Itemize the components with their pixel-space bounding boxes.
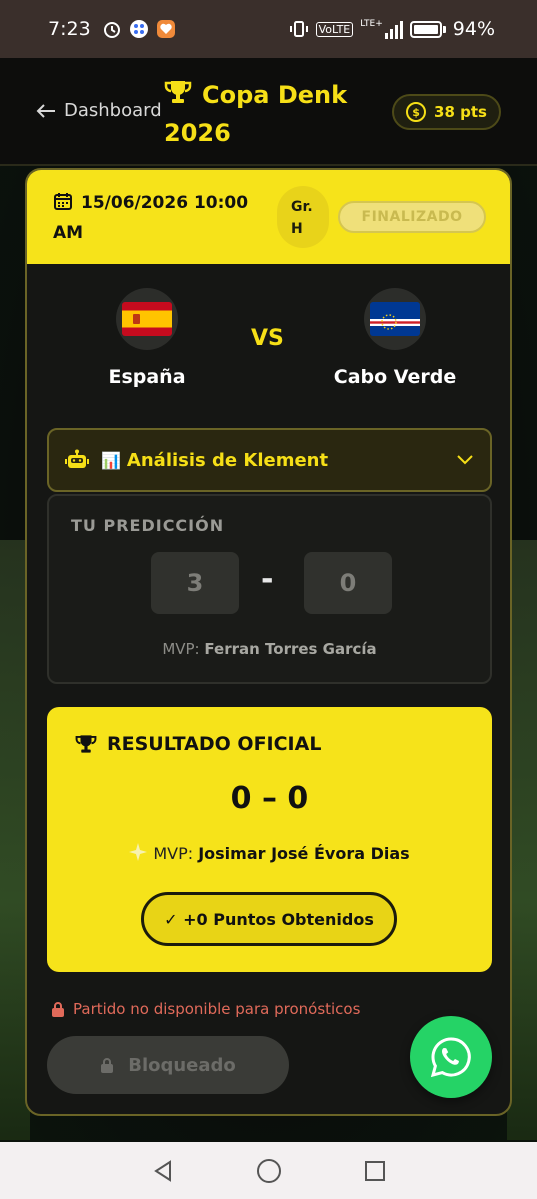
- vs-label: VS: [251, 326, 284, 351]
- trophy-icon: [75, 733, 97, 755]
- robot-icon: [65, 449, 89, 471]
- whatsapp-button[interactable]: [410, 1016, 492, 1098]
- match-card: 15/06/2026 10:00 AM Gr. H FINALIZADO Esp…: [25, 168, 512, 1116]
- prediction-title: TU PREDICCIÓN: [71, 516, 225, 535]
- clock: 7:23: [48, 18, 91, 40]
- app-header: Dashboard Copa Denk 2026 $ 38 pts: [0, 58, 537, 166]
- prediction-mvp: MVP: Ferran Torres García: [49, 640, 490, 658]
- date-line-2: AM: [53, 223, 84, 243]
- coin-icon: $: [406, 102, 427, 122]
- calendar-icon: [53, 191, 73, 211]
- status-bar: 7:23 VoLTE LTE+ 94%: [0, 0, 537, 58]
- prediction-mvp-name: Ferran Torres García: [204, 640, 377, 658]
- page-title: Copa Denk 2026: [164, 76, 384, 152]
- team-home-name: España: [108, 366, 186, 388]
- trophy-icon: [164, 78, 192, 106]
- official-mvp: MVP: Josimar José Évora Dias: [47, 843, 492, 865]
- flag-spain-icon: [116, 288, 178, 350]
- nav-back-icon[interactable]: [151, 1159, 175, 1183]
- official-result-panel: RESULTADO OFICIAL 0 – 0 MVP: Josimar Jos…: [47, 707, 492, 972]
- group-badge: Gr. H: [277, 186, 329, 248]
- points-value: 38 pts: [434, 103, 487, 121]
- analysis-label: Análisis de Klement: [126, 449, 329, 471]
- group-line-1: Gr.: [291, 199, 313, 215]
- match-date: 15/06/2026 10:00 AM: [53, 188, 263, 248]
- analysis-accordion[interactable]: 📊 Análisis de Klement: [47, 428, 492, 492]
- flag-cape-verde-icon: [364, 288, 426, 350]
- battery-level: 94%: [452, 18, 495, 40]
- official-mvp-prefix: MVP:: [153, 844, 199, 863]
- heart-app-icon: [156, 19, 176, 39]
- status-badge: FINALIZADO: [338, 201, 486, 233]
- score-separator: -: [261, 562, 274, 597]
- locked-label: Bloqueado: [128, 1054, 236, 1076]
- official-result-title: RESULTADO OFICIAL: [75, 733, 321, 755]
- team-away-name: Cabo Verde: [333, 366, 457, 388]
- title-line-1: Copa Denk: [202, 81, 348, 109]
- prediction-mvp-prefix: MVP:: [162, 640, 205, 658]
- unavailable-text: Partido no disponible para pronósticos: [73, 1000, 361, 1018]
- lock-icon: [51, 1001, 65, 1017]
- whatsapp-icon: [429, 1035, 473, 1079]
- prediction-home-score: 3: [151, 552, 239, 614]
- your-prediction-panel: TU PREDICCIÓN 3 - 0 MVP: Ferran Torres G…: [47, 494, 492, 684]
- analysis-title: 📊 Análisis de Klement: [101, 450, 456, 471]
- chart-icon: 📊: [101, 450, 121, 470]
- app-grid-icon: [129, 19, 149, 39]
- back-arrow-icon: [36, 103, 56, 119]
- official-mvp-name: Josimar José Évora Dias: [198, 844, 410, 863]
- back-to-dashboard-link[interactable]: Dashboard: [36, 100, 162, 121]
- chevron-down-icon: [456, 454, 474, 466]
- sparkle-icon: [129, 843, 148, 865]
- alarm-icon: [102, 19, 122, 39]
- back-label: Dashboard: [64, 100, 162, 121]
- official-title-text: RESULTADO OFICIAL: [107, 733, 322, 755]
- nav-home-icon[interactable]: [256, 1158, 282, 1184]
- points-badge: $ 38 pts: [392, 94, 501, 130]
- unavailable-notice: Partido no disponible para pronósticos: [51, 1000, 360, 1018]
- battery-icon: [409, 20, 446, 38]
- team-away: Cabo Verde: [310, 288, 480, 388]
- nav-recents-icon[interactable]: [364, 1160, 386, 1182]
- date-line-1: 15/06/2026 10:00: [81, 193, 249, 213]
- team-home: España: [62, 288, 232, 388]
- group-line-2: H: [291, 221, 303, 237]
- title-line-2: 2026: [164, 119, 231, 147]
- official-score: 0 – 0: [230, 781, 309, 816]
- signal-icon: LTE+: [360, 19, 403, 39]
- vibrate-icon: [289, 19, 309, 39]
- volte-badge: VoLTE: [315, 21, 354, 37]
- points-earned-badge: ✓ +0 Puntos Obtenidos: [141, 892, 397, 946]
- lock-icon: [100, 1057, 114, 1073]
- locked-button[interactable]: Bloqueado: [47, 1036, 289, 1094]
- match-card-header: 15/06/2026 10:00 AM Gr. H FINALIZADO: [27, 170, 510, 264]
- system-nav-bar: [0, 1142, 537, 1199]
- network-type-label: LTE+: [360, 19, 383, 29]
- prediction-away-score: 0: [304, 552, 392, 614]
